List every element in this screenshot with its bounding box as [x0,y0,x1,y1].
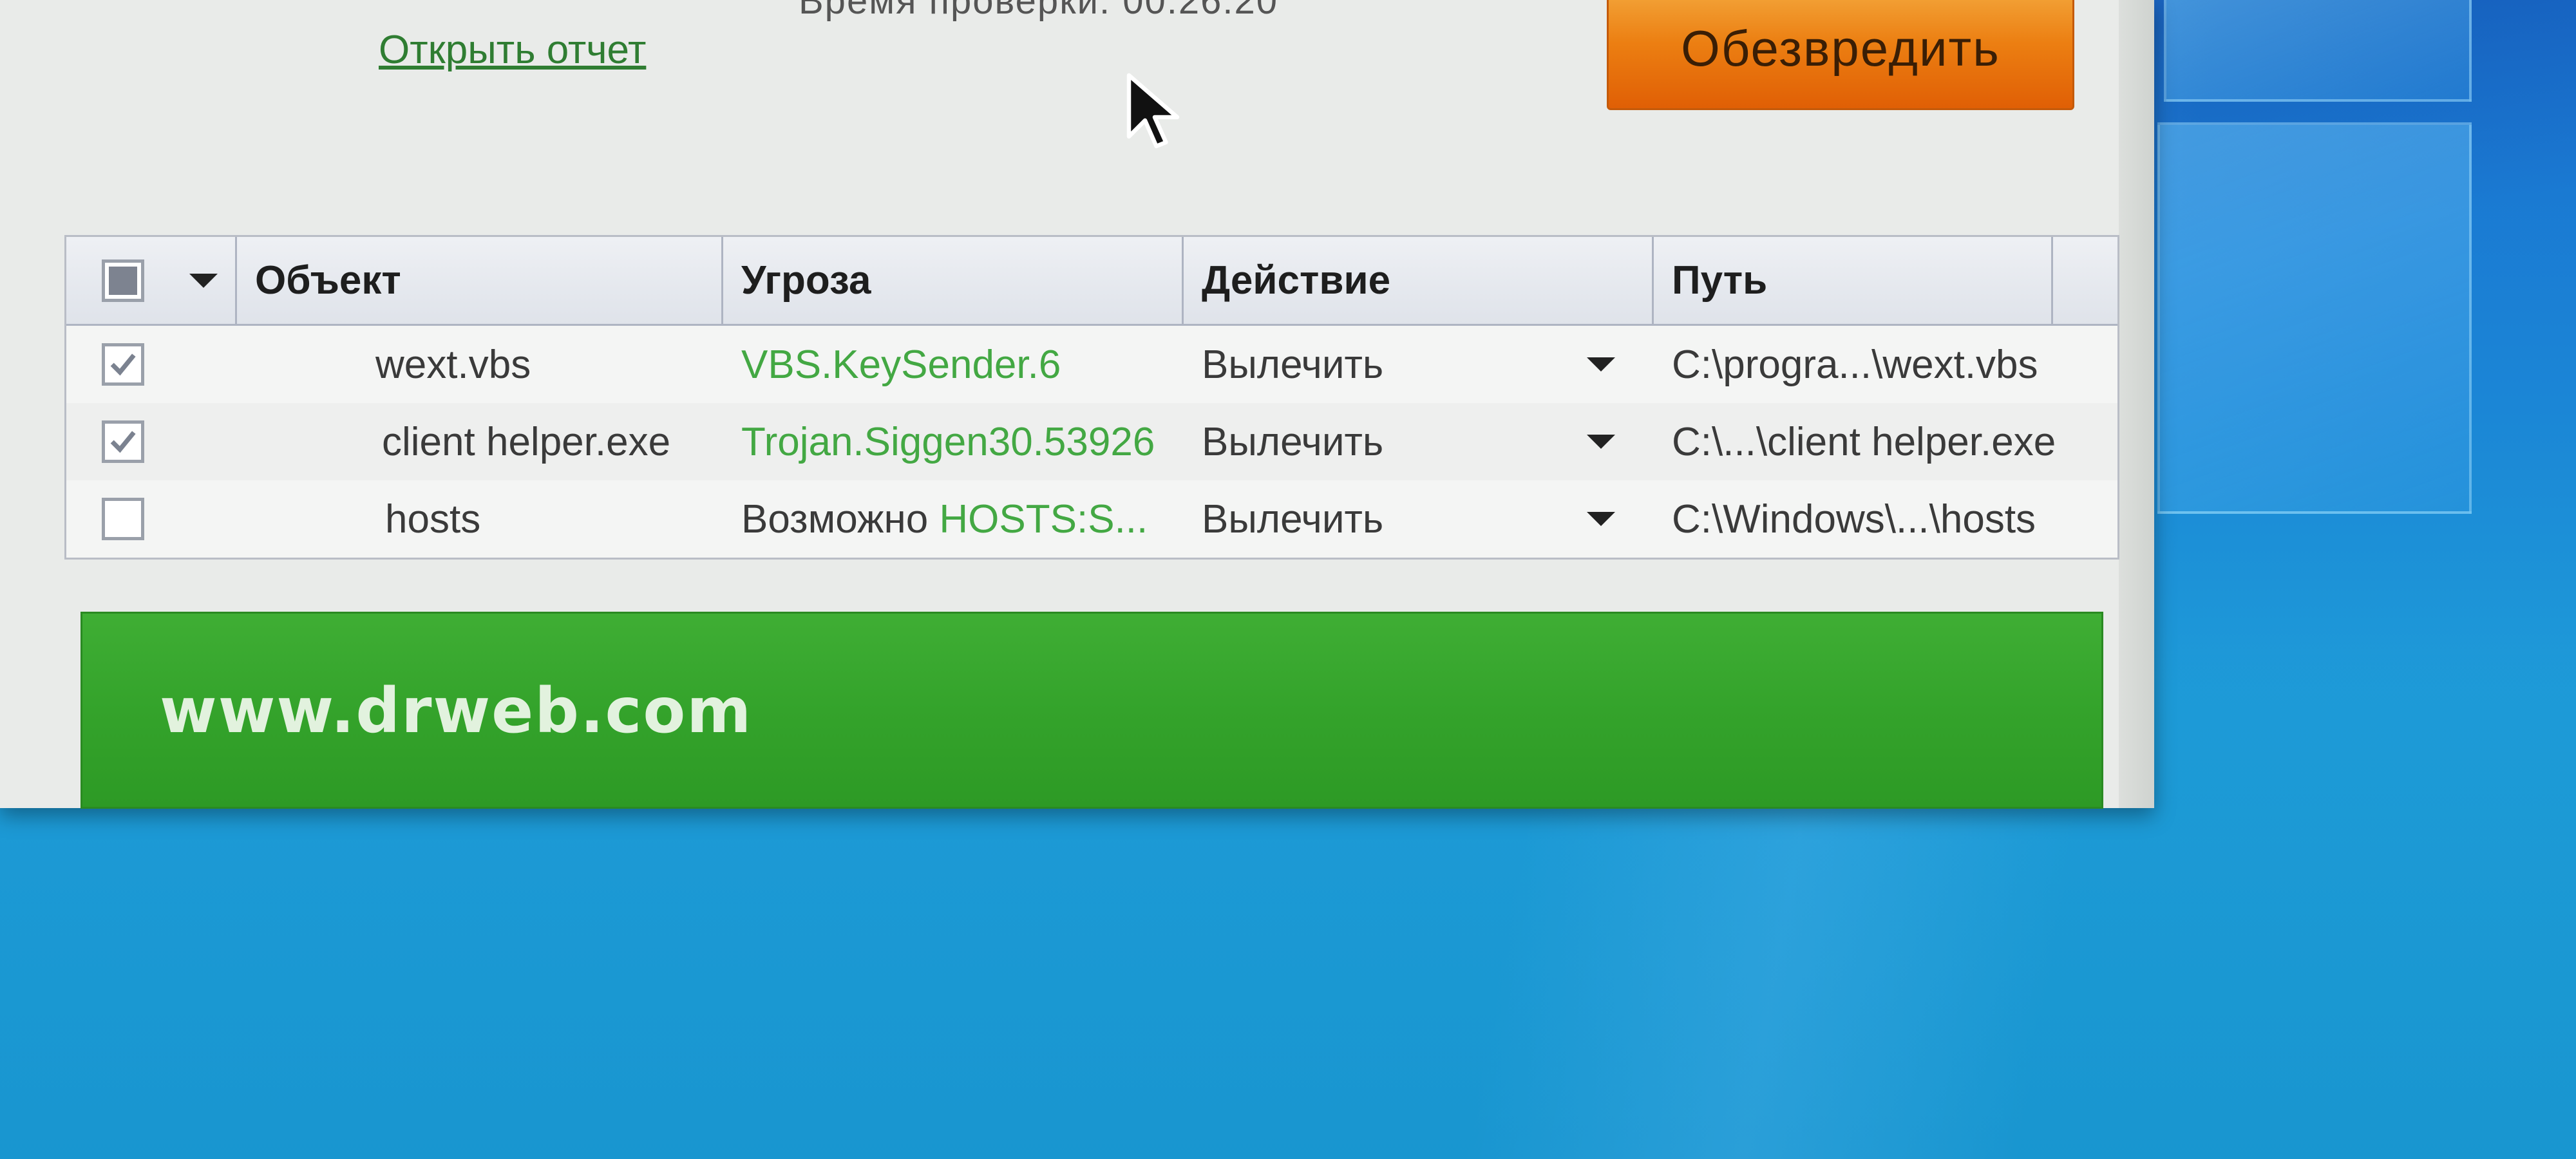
table-row[interactable]: client helper.exe Trojan.Siggen30.53926 … [66,403,2117,480]
column-header-threat[interactable]: Угроза [723,237,1184,324]
drweb-banner[interactable]: www.drweb.com [80,612,2103,809]
select-all-header [66,237,237,324]
threat-prefix: Возможно [741,496,940,542]
table-row[interactable]: wext.vbs VBS.KeySender.6 Вылечить C:\pro… [66,326,2117,403]
row-checkbox[interactable] [102,498,144,540]
wallpaper-pane [2157,122,2472,514]
threat-name: HOSTS:S... [939,496,1148,542]
scan-time-label: Время проверки: 00:26:20 [799,0,1278,22]
row-object: client helper.exe [382,419,671,464]
row-checkbox-cell [66,420,237,463]
dropdown-arrow-icon[interactable] [1587,357,1615,372]
row-path: C:\...\client helper.exe [1672,419,2056,464]
row-checkbox-cell [66,343,237,386]
table-body: wext.vbs VBS.KeySender.6 Вылечить C:\pro… [66,326,2117,558]
wallpaper-pane [2164,0,2472,102]
action-label: Вылечить [1202,419,1384,464]
open-report-link[interactable]: Открыть отчет [379,27,646,73]
row-path: C:\Windows\...\hosts [1672,496,2036,542]
mouse-pointer-icon [1126,73,1180,149]
banner-url: www.drweb.com [160,675,753,747]
threats-table: Объект Угроза Действие Путь wext.vbs VBS… [64,235,2119,560]
table-header: Объект Угроза Действие Путь [66,237,2117,326]
row-checkbox[interactable] [102,343,144,386]
window-edge [2119,0,2154,808]
dropdown-arrow-icon[interactable] [189,273,218,288]
row-checkbox[interactable] [102,420,144,463]
drweb-scanner-window: Время проверки: 00:26:20 Открыть отчет О… [0,0,2154,809]
cure-button[interactable]: Обезвредить [1607,0,2074,110]
dropdown-arrow-icon[interactable] [1587,512,1615,526]
row-action-select[interactable]: Вылечить [1184,419,1654,465]
checkmark-icon [110,353,136,376]
row-action-select[interactable]: Вылечить [1184,342,1654,388]
row-object: wext.vbs [375,342,531,387]
dropdown-arrow-icon[interactable] [1587,435,1615,449]
row-threat: Trojan.Siggen30.53926 [723,419,1184,465]
column-header-path[interactable]: Путь [1654,237,2053,324]
action-label: Вылечить [1202,342,1384,387]
row-action-select[interactable]: Вылечить [1184,496,1654,542]
select-all-checkbox[interactable] [102,259,144,302]
row-threat: Возможно HOSTS:S... [723,496,1184,542]
row-path: C:\progra...\wext.vbs [1672,342,2038,387]
row-object: hosts [385,496,481,542]
column-header-spacer [2053,237,2114,324]
threat-name: VBS.KeySender.6 [741,342,1061,387]
action-label: Вылечить [1202,496,1384,542]
row-checkbox-cell [66,498,237,540]
column-header-object[interactable]: Объект [237,237,723,324]
checkmark-icon [110,431,136,453]
column-header-action[interactable]: Действие [1184,237,1654,324]
threat-name: Trojan.Siggen30.53926 [741,419,1155,464]
row-threat: VBS.KeySender.6 [723,342,1184,388]
table-row[interactable]: hosts Возможно HOSTS:S... Вылечить C:\Wi… [66,480,2117,558]
